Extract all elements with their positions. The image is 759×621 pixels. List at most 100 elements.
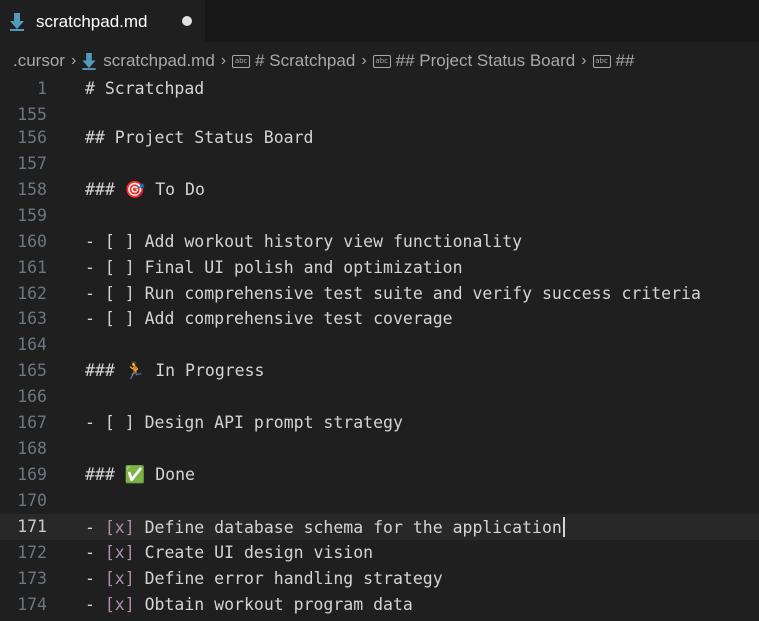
editor-line[interactable]: 157 xyxy=(0,151,759,177)
editor-line[interactable]: 173 - [x] Define error handling strategy xyxy=(0,566,759,592)
editor-line[interactable]: 168 xyxy=(0,436,759,462)
line-number[interactable]: 171 xyxy=(0,517,47,536)
editor-line[interactable]: 158 ### 🎯 To Do xyxy=(0,177,759,203)
list-marker: - xyxy=(85,569,105,588)
list-marker: - xyxy=(85,543,105,562)
editor-line[interactable]: 160 - [ ] Add workout history view functi… xyxy=(0,229,759,255)
line-number[interactable]: 172 xyxy=(0,543,47,562)
line-text: ## Project Status Board xyxy=(85,128,314,147)
editor-line[interactable]: 172 - [x] Create UI design vision xyxy=(0,540,759,566)
chevron-right-icon: › xyxy=(361,52,367,69)
editor-line[interactable]: 166 xyxy=(0,384,759,410)
line-content: ## Project Status Board xyxy=(85,128,313,147)
line-content: - [x] Obtain workout program data xyxy=(85,595,413,614)
line-number[interactable]: 174 xyxy=(0,595,47,614)
editor-line[interactable]: 159 xyxy=(0,203,759,229)
line-text: # Scratchpad xyxy=(85,79,205,98)
line-number[interactable]: 160 xyxy=(0,232,47,251)
string-symbol-icon: abc xyxy=(372,54,391,68)
editor-line[interactable]: 1 # Scratchpad xyxy=(0,76,759,102)
line-number[interactable]: 158 xyxy=(0,180,47,199)
unsaved-dot-icon[interactable] xyxy=(182,16,192,26)
breadcrumb-item-heading2[interactable]: abc ## Project Status Board xyxy=(372,51,575,71)
line-number[interactable]: 155 xyxy=(0,105,47,124)
breadcrumb-item-heading1[interactable]: abc # Scratchpad xyxy=(232,51,355,71)
breadcrumb-item-file[interactable]: scratchpad.md xyxy=(82,51,215,71)
list-marker: - xyxy=(85,258,105,277)
editor-line[interactable]: 174 - [x] Obtain workout program data xyxy=(0,592,759,618)
line-number[interactable]: 157 xyxy=(0,154,47,173)
list-marker: - xyxy=(85,413,105,432)
editor-line[interactable]: 164 xyxy=(0,332,759,358)
line-content: ### 🏃 In Progress xyxy=(85,361,265,381)
task-checkbox: [x] xyxy=(104,569,135,588)
task-checkbox: [x] xyxy=(104,543,135,562)
task-checkbox: [ ] xyxy=(104,232,135,251)
tab-scratchpad[interactable]: scratchpad.md xyxy=(0,0,205,43)
line-text: Define database schema for the applicati… xyxy=(134,518,562,537)
list-marker: - xyxy=(85,518,105,537)
markdown-download-icon xyxy=(82,52,96,70)
line-text: Add workout history view functionality xyxy=(134,232,523,251)
tab-bar: scratchpad.md xyxy=(0,0,759,43)
editor-line[interactable]: 162 - [ ] Run comprehensive test suite an… xyxy=(0,281,759,307)
line-number[interactable]: 173 xyxy=(0,569,47,588)
list-marker: - xyxy=(85,284,105,303)
line-number[interactable]: 167 xyxy=(0,413,47,432)
editor-line[interactable]: 163 - [ ] Add comprehensive test coverage xyxy=(0,306,759,332)
tab-label: scratchpad.md xyxy=(36,12,148,31)
line-content: - [x] Create UI design vision xyxy=(85,543,373,562)
line-number[interactable]: 1 xyxy=(0,79,47,98)
line-number[interactable]: 166 xyxy=(0,387,47,406)
line-number[interactable]: 162 xyxy=(0,284,47,303)
line-number[interactable]: 169 xyxy=(0,465,47,484)
line-content: - [ ] Run comprehensive test suite and v… xyxy=(85,284,701,303)
line-number[interactable]: 161 xyxy=(0,258,47,277)
editor-line[interactable]: 167 - [ ] Design API prompt strategy xyxy=(0,410,759,436)
line-content: - [ ] Final UI polish and optimization xyxy=(85,258,463,277)
line-text: Define error handling strategy xyxy=(134,569,443,588)
line-text: Add comprehensive test coverage xyxy=(134,309,453,328)
editor-line[interactable]: 169 ### ✅ Done xyxy=(0,462,759,488)
line-number[interactable]: 163 xyxy=(0,309,47,328)
line-text: ### 🏃 In Progress xyxy=(85,361,265,380)
chevron-right-icon: › xyxy=(70,52,77,69)
task-checkbox: [ ] xyxy=(104,284,135,303)
line-content: - [x] Define error handling strategy xyxy=(85,569,443,588)
task-checkbox: [ ] xyxy=(104,258,135,277)
line-content: - [ ] Add workout history view functiona… xyxy=(85,232,522,251)
editor-line[interactable]: 170 xyxy=(0,488,759,514)
list-marker: - xyxy=(85,232,105,251)
editor-line[interactable]: 171 - [x] Define database schema for the … xyxy=(0,514,759,540)
line-text: Run comprehensive test suite and verify … xyxy=(134,284,701,303)
line-number[interactable]: 156 xyxy=(0,128,47,147)
markdown-download-icon xyxy=(10,13,24,36)
line-content: # Scratchpad xyxy=(85,79,204,98)
editor-line[interactable]: 165 ### 🏃 In Progress xyxy=(0,358,759,384)
task-checkbox: [ ] xyxy=(104,413,135,432)
line-number[interactable]: 164 xyxy=(0,335,47,354)
string-symbol-icon: abc xyxy=(232,54,251,68)
line-number[interactable]: 170 xyxy=(0,491,47,510)
task-checkbox: [x] xyxy=(104,595,135,614)
line-number[interactable]: 168 xyxy=(0,439,47,458)
string-symbol-icon: abc xyxy=(592,54,611,68)
chevron-right-icon: › xyxy=(581,52,587,69)
line-number[interactable]: 159 xyxy=(0,206,47,225)
line-text: Create UI design vision xyxy=(134,543,374,562)
line-text: ### 🎯 To Do xyxy=(85,180,205,199)
line-number[interactable]: 165 xyxy=(0,361,47,380)
editor-area[interactable]: 1 # Scratchpad 155 156 ## Project Status Boa… xyxy=(0,76,759,621)
list-marker: - xyxy=(85,309,105,328)
editor-line[interactable]: 156 ## Project Status Board xyxy=(0,125,759,151)
editor-line[interactable]: 161 - [ ] Final UI polish and optimizatio… xyxy=(0,255,759,281)
text-cursor xyxy=(562,517,565,537)
breadcrumb-item-heading3[interactable]: abc ## xyxy=(592,51,634,71)
task-checkbox: [x] xyxy=(104,518,135,537)
chevron-right-icon: › xyxy=(220,52,227,69)
breadcrumb: .cursor › scratchpad.md › abc # Scratchp… xyxy=(0,42,759,80)
list-marker: - xyxy=(85,595,105,614)
line-text: Final UI polish and optimization xyxy=(134,258,463,277)
breadcrumb-item-cursor[interactable]: .cursor xyxy=(13,51,65,71)
line-text: ### ✅ Done xyxy=(85,465,195,484)
